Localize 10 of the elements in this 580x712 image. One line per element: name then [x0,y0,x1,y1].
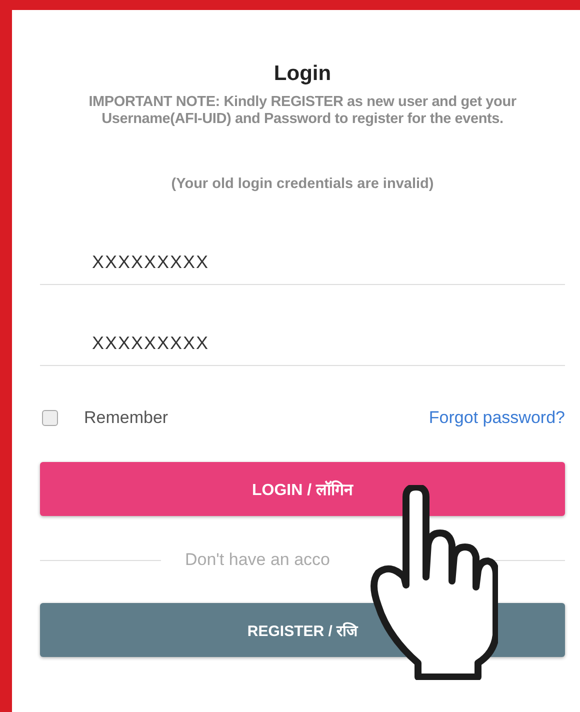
remember-checkbox[interactable] [42,410,58,426]
important-note: IMPORTANT NOTE: Kindly REGISTER as new user and get your Username(AFI-UID) and Password to register for the events. [88,94,518,128]
credentials-note: (Your old login credentials are invalid) [171,176,434,192]
login-title: Login [274,62,332,86]
input-field[interactable]: XXXXXXXXX [40,240,565,285]
forgot-password-link[interactable]: Forgot password? [428,408,565,428]
no-account-text: Don't have an acco [185,550,330,570]
remember-label: Remember [84,408,168,428]
input-field[interactable]: XXXXXXXXX [40,321,565,366]
login-button[interactable]: LOGIN / लॉगिन [40,462,565,516]
